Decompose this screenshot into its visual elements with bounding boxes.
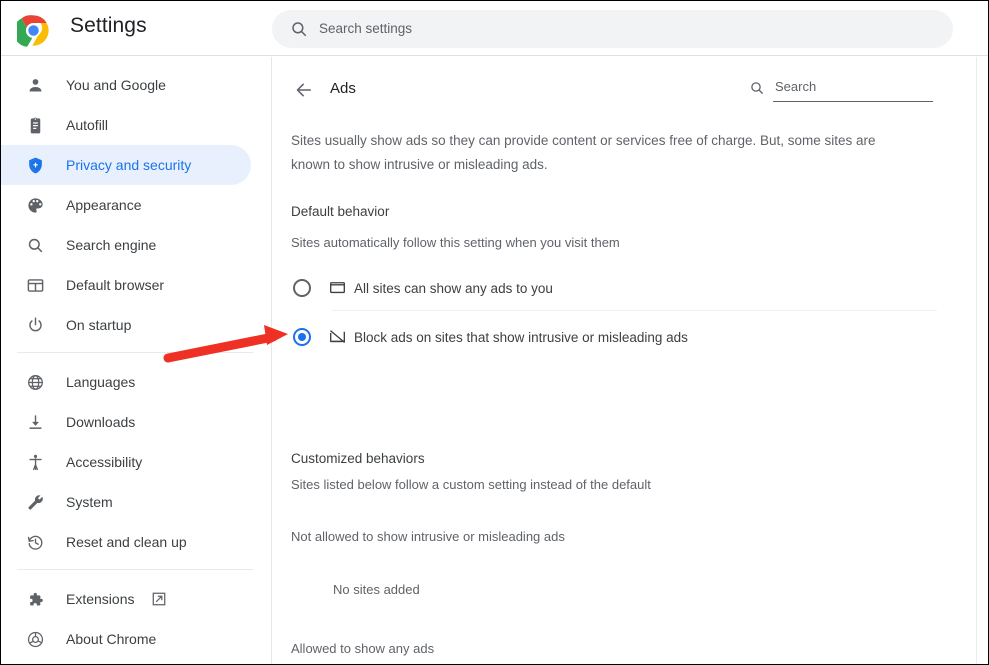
not-allowed-empty-text: No sites added (333, 582, 420, 597)
sidebar-item-about-chrome[interactable]: About Chrome (1, 619, 251, 659)
search-icon (749, 80, 765, 96)
download-icon (25, 412, 45, 432)
sidebar-item-label: On startup (66, 317, 132, 333)
default-behavior-title: Default behavior (291, 204, 390, 219)
chrome-settings-window: Settings Search settings You and Google (0, 0, 989, 665)
sidebar-item-appearance[interactable]: Appearance (1, 185, 251, 225)
settings-sidebar: You and Google Autofill Privacy and secu… (1, 57, 272, 664)
content-header: Ads Search (273, 71, 988, 115)
search-settings-placeholder: Search settings (319, 21, 413, 36)
back-button[interactable] (291, 77, 317, 103)
history-restore-icon (25, 532, 45, 552)
customized-behaviors-title: Customized behaviors (291, 451, 425, 466)
search-settings-input[interactable]: Search settings (272, 10, 953, 48)
sidebar-item-label: Accessibility (66, 454, 143, 470)
power-icon (25, 315, 45, 335)
ad-rectangle-icon (328, 278, 348, 298)
external-link-icon[interactable] (151, 591, 167, 607)
sidebar-item-autofill[interactable]: Autofill (1, 105, 251, 145)
app-title: Settings (70, 14, 147, 37)
sidebar-item-downloads[interactable]: Downloads (1, 402, 251, 442)
allowed-section-heading: Allowed to show any ads (291, 641, 435, 656)
block-ads-radio-row[interactable]: Block ads on sites that show intrusive o… (273, 315, 970, 359)
sidebar-item-label: Privacy and security (66, 157, 192, 173)
sidebar-item-label: Reset and clean up (66, 534, 187, 550)
sidebar-group-main: You and Google Autofill Privacy and secu… (1, 57, 271, 345)
sidebar-item-search-engine[interactable]: Search engine (1, 225, 251, 265)
sidebar-item-label: System (66, 494, 113, 510)
sidebar-item-on-startup[interactable]: On startup (1, 305, 251, 345)
sidebar-item-system[interactable]: System (1, 482, 251, 522)
sidebar-divider (17, 569, 253, 570)
sidebar-item-reset-and-clean-up[interactable]: Reset and clean up (1, 522, 251, 562)
block-ads-radio[interactable] (293, 328, 311, 346)
sidebar-item-label: Autofill (66, 117, 109, 133)
sidebar-item-label: Downloads (66, 414, 136, 430)
sidebar-item-you-and-google[interactable]: You and Google (1, 65, 251, 105)
page-title: Ads (330, 80, 356, 97)
sidebar-item-label: Extensions (66, 591, 135, 607)
inline-search-underline (773, 101, 933, 102)
browser-window-icon (25, 275, 45, 295)
sidebar-item-label: Languages (66, 374, 136, 390)
sidebar-item-label: About Chrome (66, 631, 157, 647)
ad-blocked-icon (328, 327, 348, 347)
sidebar-item-label: Search engine (66, 237, 157, 253)
sidebar-group-footer: Extensions About Chrome (1, 577, 271, 659)
top-bar: Settings Search settings (1, 1, 988, 56)
sidebar-divider (17, 352, 253, 353)
chrome-logo-icon (13, 14, 50, 47)
not-allowed-section-heading: Not allowed to show intrusive or mislead… (291, 529, 565, 544)
block-ads-label: Block ads on sites that show intrusive o… (354, 329, 688, 345)
settings-content-panel: Ads Search Sites usually show ads so the… (273, 57, 988, 664)
search-icon (290, 20, 308, 38)
palette-icon (25, 195, 45, 215)
wrench-icon (25, 492, 45, 512)
person-icon (25, 75, 45, 95)
allow-ads-label: All sites can show any ads to you (354, 280, 553, 296)
content-scrollbar-track[interactable] (976, 57, 977, 664)
sidebar-item-label: You and Google (66, 77, 166, 93)
globe-icon (25, 372, 45, 392)
clipboard-icon (25, 115, 45, 135)
sidebar-item-default-browser[interactable]: Default browser (1, 265, 251, 305)
ads-description: Sites usually show ads so they can provi… (291, 133, 876, 172)
sidebar-item-label: Appearance (66, 197, 142, 213)
puzzle-piece-icon (25, 589, 45, 609)
accessibility-icon (25, 452, 45, 472)
shield-icon (25, 155, 45, 175)
sidebar-group-advanced: Languages Downloads Accessibility System… (1, 360, 271, 562)
allow-ads-radio-row[interactable]: All sites can show any ads to you (273, 266, 970, 310)
allow-ads-radio[interactable] (293, 279, 311, 297)
inline-search-placeholder: Search (775, 79, 817, 94)
sidebar-item-label: Default browser (66, 277, 165, 293)
inline-search-input[interactable]: Search (749, 77, 933, 103)
chrome-outline-icon (25, 629, 45, 649)
search-icon (25, 235, 45, 255)
sidebar-item-privacy-and-security[interactable]: Privacy and security (1, 145, 251, 185)
default-behavior-subtitle: Sites automatically follow this setting … (291, 235, 620, 250)
sidebar-item-languages[interactable]: Languages (1, 362, 251, 402)
customized-behaviors-subtitle: Sites listed below follow a custom setti… (291, 477, 651, 492)
sidebar-item-accessibility[interactable]: Accessibility (1, 442, 251, 482)
radio-row-divider (332, 310, 937, 311)
sidebar-item-extensions[interactable]: Extensions (1, 579, 251, 619)
